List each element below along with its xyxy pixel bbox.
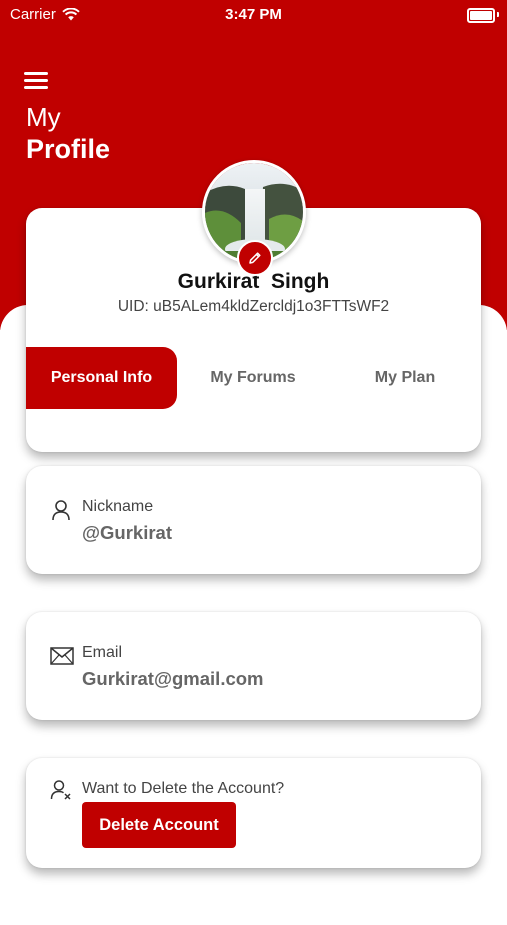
status-time: 3:47 PM: [225, 6, 282, 23]
delete-account-prompt: Want to Delete the Account?: [82, 780, 285, 797]
user-remove-icon: [50, 780, 71, 800]
email-label: Email: [82, 644, 123, 661]
delete-account-button[interactable]: Delete Account: [82, 802, 236, 848]
status-bar: Carrier 3:47 PM: [0, 0, 507, 28]
menu-icon[interactable]: [24, 72, 48, 90]
pencil-icon: [249, 252, 261, 264]
profile-uid: UID: uB5ALem4kldZercldj1o3FTTsWF2: [117, 298, 390, 315]
edit-avatar-button[interactable]: [237, 240, 273, 276]
profile-tabs: Personal Info My Forums My Plan: [26, 347, 481, 409]
user-icon: [52, 500, 70, 521]
page-title-profile: Profile: [26, 134, 111, 164]
nickname-value: @Gurkirat: [82, 522, 173, 543]
tab-my-plan[interactable]: My Plan: [329, 347, 481, 409]
page-title-my: My: [26, 102, 61, 132]
battery-icon: [467, 8, 495, 23]
email-card: Email Gurkirat@gmail.com: [26, 612, 481, 720]
mail-icon: [50, 647, 74, 665]
email-value: Gurkirat@gmail.com: [82, 668, 264, 689]
delete-account-card: Want to Delete the Account? Delete Accou…: [26, 758, 481, 868]
battery-tip: [497, 12, 499, 17]
tab-personal-info[interactable]: Personal Info: [26, 347, 177, 409]
tab-my-forums[interactable]: My Forums: [177, 347, 329, 409]
nickname-card: Nickname @Gurkirat: [26, 466, 481, 574]
nickname-label: Nickname: [82, 498, 154, 515]
